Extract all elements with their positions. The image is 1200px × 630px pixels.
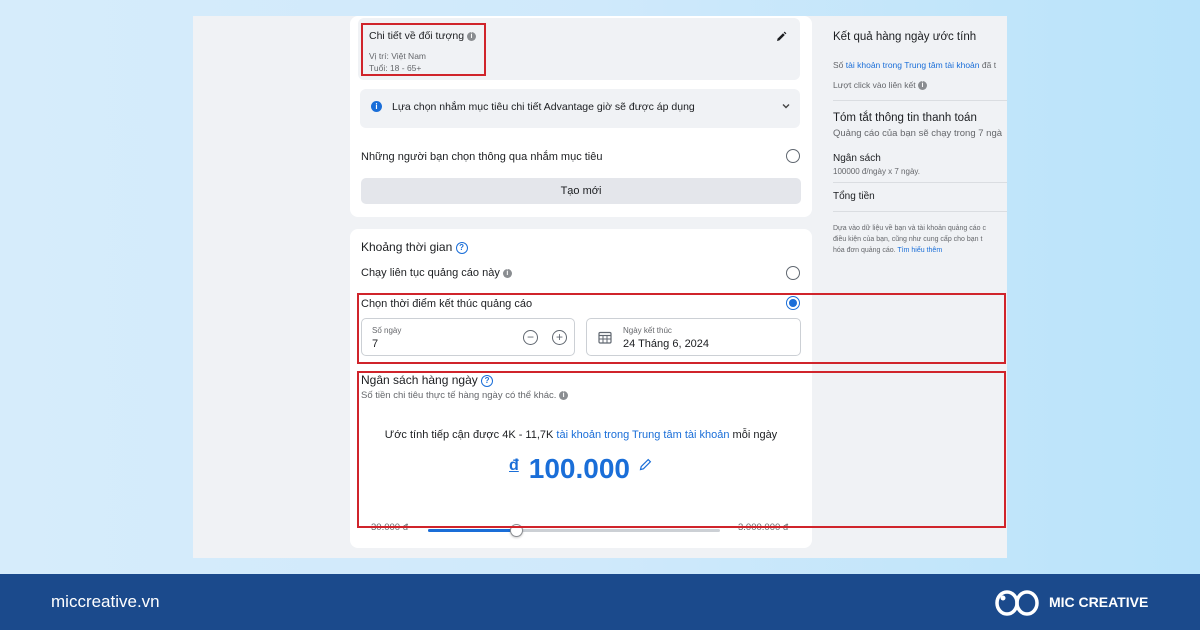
disclaimer-line-3: hóa đơn quảng cáo. [833,247,896,254]
run-continuously-label: Chạy liên tục quảng cáo này [361,267,500,279]
disclaimer-line-1: Dựa vào dữ liệu về bạn và tài khoản quản… [833,225,986,232]
payment-title: Tóm tắt thông tin thanh toán [833,112,977,124]
schedule-title: Khoảng thời gian [361,240,453,254]
divider [833,211,1007,212]
edit-pencil-icon[interactable] [774,30,788,44]
footer-bar: miccreative.vn MIC CREATIVE [0,574,1200,630]
info-icon[interactable]: i [502,268,512,278]
divider [833,100,1007,101]
create-new-button[interactable]: Tạo mới [361,178,801,204]
slider-fill [428,529,516,532]
daily-results-title: Kết quả hàng ngày ước tính [833,31,977,43]
chevron-down-icon[interactable] [781,98,791,109]
mic-creative-logo-icon [993,588,1043,618]
budget-slider[interactable] [428,524,720,537]
accounts-suffix: đã t [981,60,997,70]
highlight-audience [361,23,486,76]
advantage-notice-text: Lựa chọn nhắm mục tiêu chi tiết Advantag… [392,101,695,113]
targeting-option-label: Những người bạn chọn thông qua nhắm mục … [361,151,603,163]
accounts-prefix: Số [833,60,844,70]
info-circle-icon: i [371,101,382,112]
targeting-option-radio[interactable] [786,149,800,163]
divider [833,182,1007,183]
footer-brand: MIC CREATIVE [1049,594,1149,610]
total-label: Tổng tiền [833,191,875,202]
screenshot-area: Chi tiết về đối tượng i Vị trí: Việt Nam… [193,16,1007,558]
payment-subtitle: Quảng cáo của bạn sẽ chạy trong 7 ngà [833,128,1003,139]
help-icon[interactable]: ? [455,241,468,254]
disclaimer-line-2: điều kiện của bạn, cũng như cung cấp cho… [833,236,983,243]
budget-detail: 100000 đ/ngày x 7 ngày. [833,167,921,176]
summary-panel: Kết quả hàng ngày ước tính Số tài khoản … [820,16,1007,558]
info-icon[interactable]: i [917,81,927,91]
learn-more-link[interactable]: Tìm hiểu thêm [897,247,942,254]
budget-label: Ngân sách [833,153,881,164]
footer-site[interactable]: miccreative.vn [51,592,160,612]
accounts-link[interactable]: tài khoản trong Trung tâm tài khoản [846,60,980,70]
link-clicks-label: Lượt click vào liên kết [833,80,916,90]
run-continuously-radio[interactable] [786,266,800,280]
advantage-notice[interactable]: i Lựa chọn nhắm mục tiêu chi tiết Advant… [360,89,800,128]
create-new-label: Tạo mới [560,185,602,197]
